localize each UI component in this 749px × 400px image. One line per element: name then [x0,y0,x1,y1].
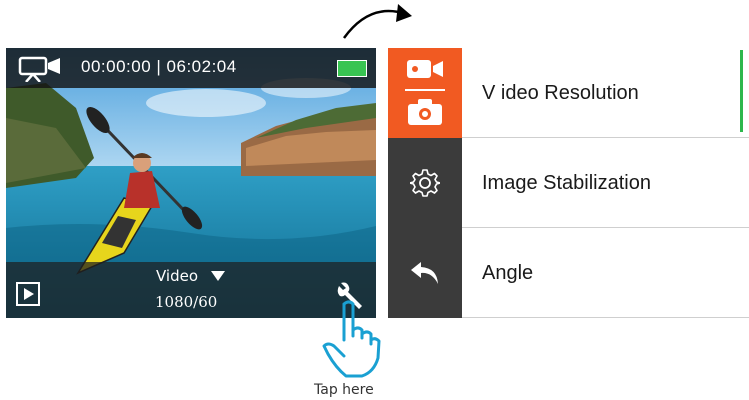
video-camera-icon [407,60,443,78]
menu-item-label: V ideo Resolution [482,82,639,104]
gear-icon [410,169,440,197]
menu-item-angle[interactable]: Angle [388,228,749,318]
mode-selector[interactable]: Video [156,267,198,285]
play-icon[interactable] [16,282,40,306]
scroll-indicator[interactable] [740,50,743,132]
curved-arrow-icon [342,4,412,39]
back-arrow-icon [411,262,438,284]
battery-icon [337,60,367,77]
menu-item-label: Image Stabilization [482,172,651,194]
tap-here-label: Tap here [314,382,374,398]
menu-item-image-stabilization[interactable]: Image Stabilization [388,138,749,228]
tap-hand-icon [322,300,381,378]
caret-down-icon[interactable] [211,271,225,281]
camera-screen: 00:00:00 | 06:02:04 Video 1080/60 [6,48,376,318]
menu-icon-cell [388,48,462,138]
menu-item-label: Angle [482,262,534,284]
menu-icon-cell [388,138,462,228]
photo-camera-icon [408,99,442,125]
divider [462,317,749,318]
menu-item-video-resolution[interactable]: V ideo Resolution [388,48,749,138]
settings-menu: V ideo Resolution Image Stabilization An… [388,48,749,318]
timecode: 00:00:00 | 06:02:04 [81,57,237,76]
resolution-value: 1080/60 [155,293,218,311]
video-camera-icon [18,56,60,82]
menu-icon-cell [388,228,462,318]
